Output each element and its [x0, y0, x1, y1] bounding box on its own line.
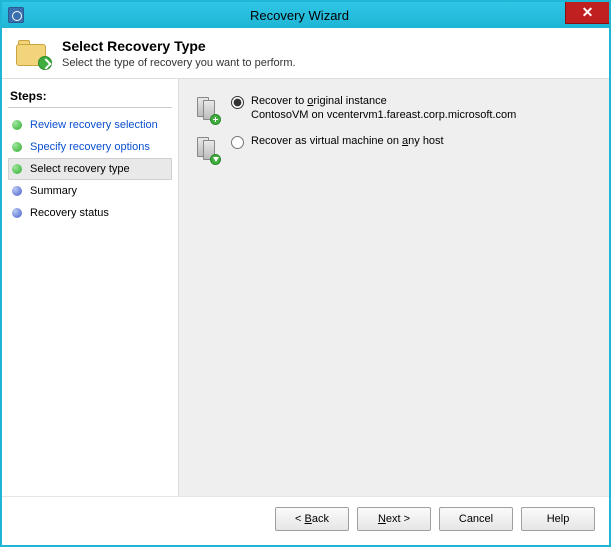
step-specify-recovery-options[interactable]: Specify recovery options — [8, 136, 172, 158]
button-bar: < Back Next > Cancel Help — [2, 496, 609, 545]
option-label: Recover as virtual machine on any host — [251, 135, 444, 147]
cancel-button[interactable]: Cancel — [439, 507, 513, 531]
wizard-header: Select Recovery Type Select the type of … — [2, 28, 609, 79]
step-label: Summary — [30, 185, 77, 197]
option-recover-original: Recover to original instance ContosoVM o… — [197, 95, 591, 123]
option-sublabel: ContosoVM on vcentervm1.fareast.corp.mic… — [251, 109, 516, 121]
titlebar: Recovery Wizard ✕ — [2, 2, 609, 28]
help-button[interactable]: Help — [521, 507, 595, 531]
wizard-body: Steps: Review recovery selection Specify… — [2, 79, 609, 496]
step-current-icon — [12, 164, 22, 174]
radio-recover-any-host[interactable] — [231, 136, 244, 149]
step-pending-icon — [12, 186, 22, 196]
step-done-icon — [12, 120, 22, 130]
server-download-icon — [197, 137, 219, 163]
step-recovery-status[interactable]: Recovery status — [8, 202, 172, 224]
page-title: Select Recovery Type — [62, 38, 296, 54]
page-subtitle: Select the type of recovery you want to … — [62, 57, 296, 69]
wizard-header-text: Select Recovery Type Select the type of … — [62, 38, 296, 69]
step-label: Recovery status — [30, 207, 109, 219]
step-summary[interactable]: Summary — [8, 180, 172, 202]
window-title: Recovery Wizard — [30, 8, 609, 23]
step-select-recovery-type[interactable]: Select recovery type — [8, 158, 172, 180]
option-label: Recover to original instance — [251, 95, 516, 107]
recovery-folder-icon — [16, 40, 52, 70]
step-review-recovery-selection[interactable]: Review recovery selection — [8, 114, 172, 136]
step-label: Specify recovery options — [30, 141, 150, 153]
next-button[interactable]: Next > — [357, 507, 431, 531]
steps-panel: Steps: Review recovery selection Specify… — [2, 79, 178, 496]
server-pair-icon — [197, 97, 219, 123]
back-button[interactable]: < Back — [275, 507, 349, 531]
close-button[interactable]: ✕ — [565, 2, 609, 24]
recovery-wizard-window: Recovery Wizard ✕ Select Recovery Type S… — [0, 0, 611, 547]
step-done-icon — [12, 142, 22, 152]
step-label: Select recovery type — [30, 163, 130, 175]
options-panel: Recover to original instance ContosoVM o… — [178, 79, 609, 496]
steps-heading: Steps: — [8, 87, 172, 108]
app-icon — [8, 7, 24, 23]
option-recover-any-host: Recover as virtual machine on any host — [197, 135, 591, 163]
step-label: Review recovery selection — [30, 119, 158, 131]
radio-recover-original[interactable] — [231, 96, 244, 109]
step-pending-icon — [12, 208, 22, 218]
